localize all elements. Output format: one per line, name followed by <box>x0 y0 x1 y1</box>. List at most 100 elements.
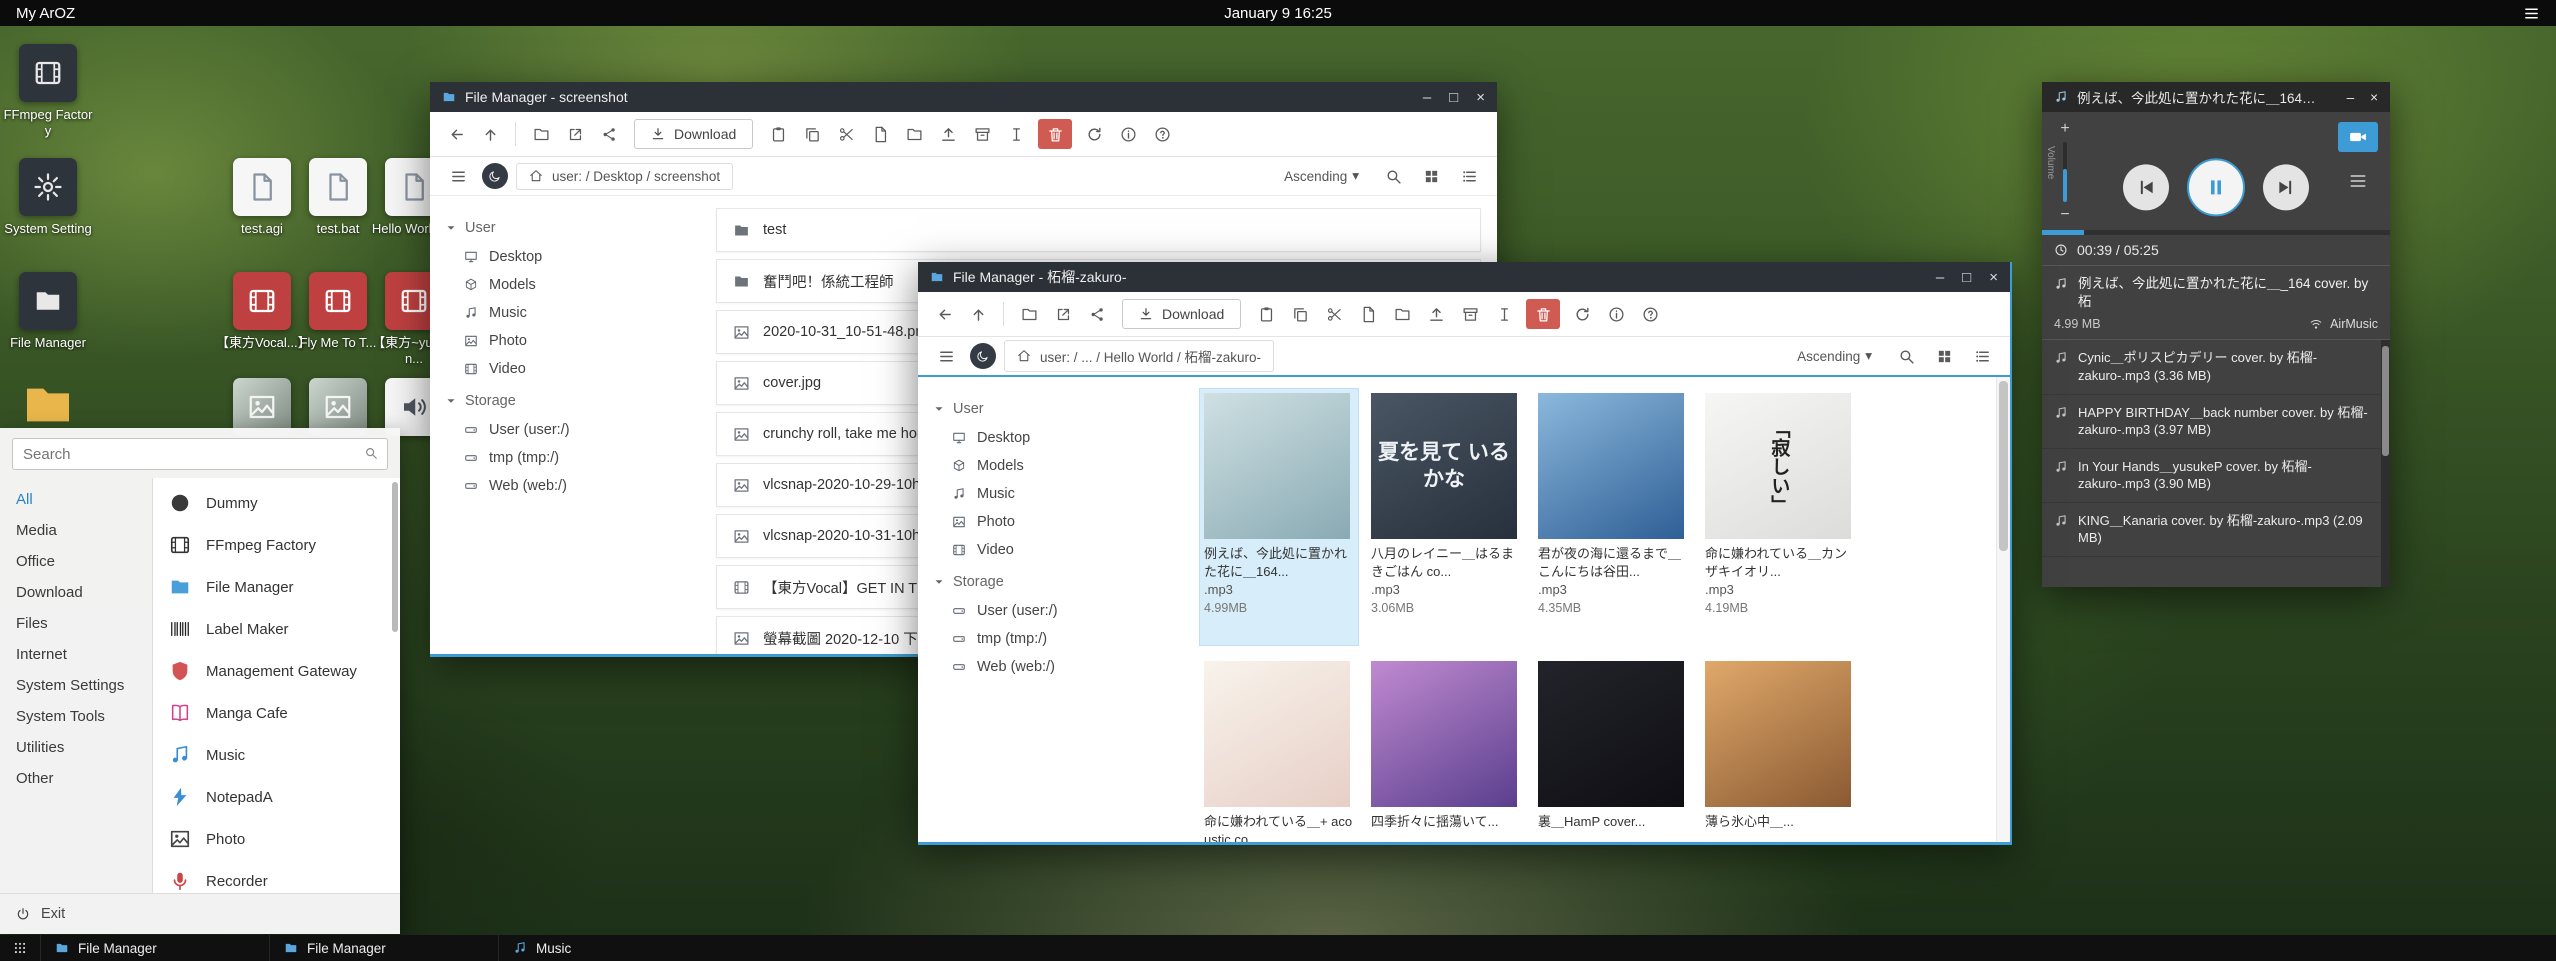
app-item-ffmpeg-factory[interactable]: FFmpeg Factory <box>153 524 400 566</box>
scrollbar-thumb[interactable] <box>2382 346 2389 456</box>
topbar-menu-icon[interactable] <box>2523 5 2540 22</box>
list-view-icon[interactable] <box>1966 341 1998 371</box>
grid-view-icon[interactable] <box>1928 341 1960 371</box>
back-button[interactable] <box>440 119 472 149</box>
volume-slider[interactable]: + − Volume <box>2052 120 2078 224</box>
playlist-item[interactable]: In Your Hands＿yusukeP cover. by 柘榴-zakur… <box>2042 449 2390 503</box>
sidebar-item-web-drive[interactable]: Web (web:/) <box>928 653 1178 681</box>
app-item-recorder[interactable]: Recorder <box>153 860 400 893</box>
upload-button[interactable] <box>1420 299 1452 329</box>
category-office[interactable]: Office <box>0 546 152 577</box>
sidebar-item-photo[interactable]: Photo <box>928 508 1178 536</box>
app-launcher-button[interactable] <box>0 935 40 961</box>
search-icon[interactable] <box>1377 161 1409 191</box>
list-toggle-icon[interactable] <box>442 161 474 191</box>
maximize-icon[interactable]: □ <box>1962 269 1971 286</box>
breadcrumb[interactable]: user: / ... / Hello World / 柘榴-zakuro- <box>1004 340 1274 372</box>
delete-button[interactable] <box>1038 119 1072 149</box>
window-title-bar[interactable]: File Manager - screenshot – □ × <box>430 82 1497 112</box>
sidebar-item-photo[interactable]: Photo <box>440 327 690 355</box>
list-view-icon[interactable] <box>1453 161 1485 191</box>
up-button[interactable] <box>962 299 994 329</box>
help-button[interactable] <box>1146 119 1178 149</box>
share-button[interactable] <box>593 119 625 149</box>
share-button[interactable] <box>1081 299 1113 329</box>
app-item-manga-cafe[interactable]: Manga Cafe <box>153 692 400 734</box>
help-button[interactable] <box>1634 299 1666 329</box>
taskbar-item-file-manager-1[interactable]: File Manager <box>40 935 269 961</box>
up-button[interactable] <box>474 119 506 149</box>
app-item-file-manager[interactable]: File Manager <box>153 566 400 608</box>
file-card[interactable]: 薄ら氷心中＿... <box>1701 657 1859 842</box>
minimize-icon[interactable]: – <box>1423 89 1431 106</box>
playlist-item[interactable]: KING＿Kanaria cover. by 柘榴-zakuro-.mp3 (2… <box>2042 503 2390 557</box>
cast-video-button[interactable] <box>2338 122 2378 152</box>
category-utilities[interactable]: Utilities <box>0 732 152 763</box>
scrollbar[interactable] <box>1996 377 2010 842</box>
sidebar-section-user[interactable]: User <box>932 401 1174 417</box>
open-in-new-window-button[interactable] <box>559 119 591 149</box>
sidebar-item-video[interactable]: Video <box>440 355 690 383</box>
open-button[interactable] <box>525 119 557 149</box>
rename-button[interactable] <box>1000 119 1032 149</box>
category-all[interactable]: All <box>0 484 152 515</box>
playlist-item[interactable]: Cynic＿ポリスピカデリー cover. by 柘榴-zakuro-.mp3 … <box>2042 340 2390 394</box>
back-button[interactable] <box>928 299 960 329</box>
category-download[interactable]: Download <box>0 577 152 608</box>
file-card[interactable]: 君が夜の海に還るまで＿こんにちは谷田... .mp3 4.35MB <box>1534 389 1692 645</box>
sidebar-section-user[interactable]: User <box>444 220 686 236</box>
sidebar-item-tmp-drive[interactable]: tmp (tmp:/) <box>440 444 690 472</box>
sidebar-item-tmp-drive[interactable]: tmp (tmp:/) <box>928 625 1178 653</box>
rename-button[interactable] <box>1488 299 1520 329</box>
download-button[interactable]: Download <box>1122 299 1241 329</box>
open-button[interactable] <box>1013 299 1045 329</box>
maximize-icon[interactable]: □ <box>1449 89 1458 106</box>
sidebar-section-storage[interactable]: Storage <box>932 574 1174 590</box>
app-item-label-maker[interactable]: Label Maker <box>153 608 400 650</box>
file-row[interactable]: test <box>716 208 1481 252</box>
player-menu-button[interactable] <box>2342 170 2374 192</box>
window-title-bar[interactable]: 例えば、今此処に置かれた花に＿164 c... – × <box>2042 82 2390 112</box>
minimize-icon[interactable]: – <box>2347 90 2355 105</box>
upload-button[interactable] <box>932 119 964 149</box>
grid-view-icon[interactable] <box>1415 161 1447 191</box>
search-icon[interactable] <box>364 446 378 460</box>
refresh-button[interactable] <box>1566 299 1598 329</box>
new-folder-button[interactable] <box>898 119 930 149</box>
category-files[interactable]: Files <box>0 608 152 639</box>
previous-track-button[interactable] <box>2123 164 2169 210</box>
desktop-icon-file-manager[interactable]: File Manager <box>2 272 94 351</box>
sidebar-item-music[interactable]: Music <box>440 299 690 327</box>
scrollbar-thumb[interactable] <box>1999 381 2008 551</box>
sidebar-item-user-drive[interactable]: User (user:/) <box>440 416 690 444</box>
sidebar-item-models[interactable]: Models <box>928 452 1178 480</box>
file-card[interactable]: 例えば、今此処に置かれた花に＿164... .mp3 4.99MB <box>1200 389 1358 645</box>
window-title-bar[interactable]: File Manager - 柘榴-zakuro- – □ × <box>918 262 2010 292</box>
info-button[interactable] <box>1600 299 1632 329</box>
file-card[interactable]: 四季折々に揺蕩いて... <box>1367 657 1525 842</box>
sidebar-item-models[interactable]: Models <box>440 271 690 299</box>
category-system-settings[interactable]: System Settings <box>0 670 152 701</box>
breadcrumb[interactable]: user: / Desktop / screenshot <box>516 163 733 190</box>
volume-down-icon[interactable]: − <box>2060 206 2069 224</box>
dark-mode-moon-icon[interactable] <box>970 343 996 369</box>
paste-button[interactable] <box>762 119 794 149</box>
file-card[interactable]: 裏＿HamP cover... <box>1534 657 1692 842</box>
new-file-button[interactable] <box>1352 299 1384 329</box>
app-item-notepada[interactable]: NotepadA <box>153 776 400 818</box>
category-system-tools[interactable]: System Tools <box>0 701 152 732</box>
search-input[interactable] <box>12 438 388 470</box>
pause-button[interactable] <box>2187 158 2245 216</box>
category-internet[interactable]: Internet <box>0 639 152 670</box>
info-button[interactable] <box>1112 119 1144 149</box>
taskbar-item-file-manager-2[interactable]: File Manager <box>269 935 498 961</box>
exit-button[interactable]: Exit <box>0 893 400 934</box>
paste-button[interactable] <box>1250 299 1282 329</box>
sidebar-item-web-drive[interactable]: Web (web:/) <box>440 472 690 500</box>
cut-button[interactable] <box>1318 299 1350 329</box>
file-card[interactable]: 命に嫌われている＿+ acoustic co... 1.69MB <box>1200 657 1358 842</box>
archive-button[interactable] <box>1454 299 1486 329</box>
new-folder-button[interactable] <box>1386 299 1418 329</box>
app-item-management-gateway[interactable]: Management Gateway <box>153 650 400 692</box>
search-icon[interactable] <box>1890 341 1922 371</box>
